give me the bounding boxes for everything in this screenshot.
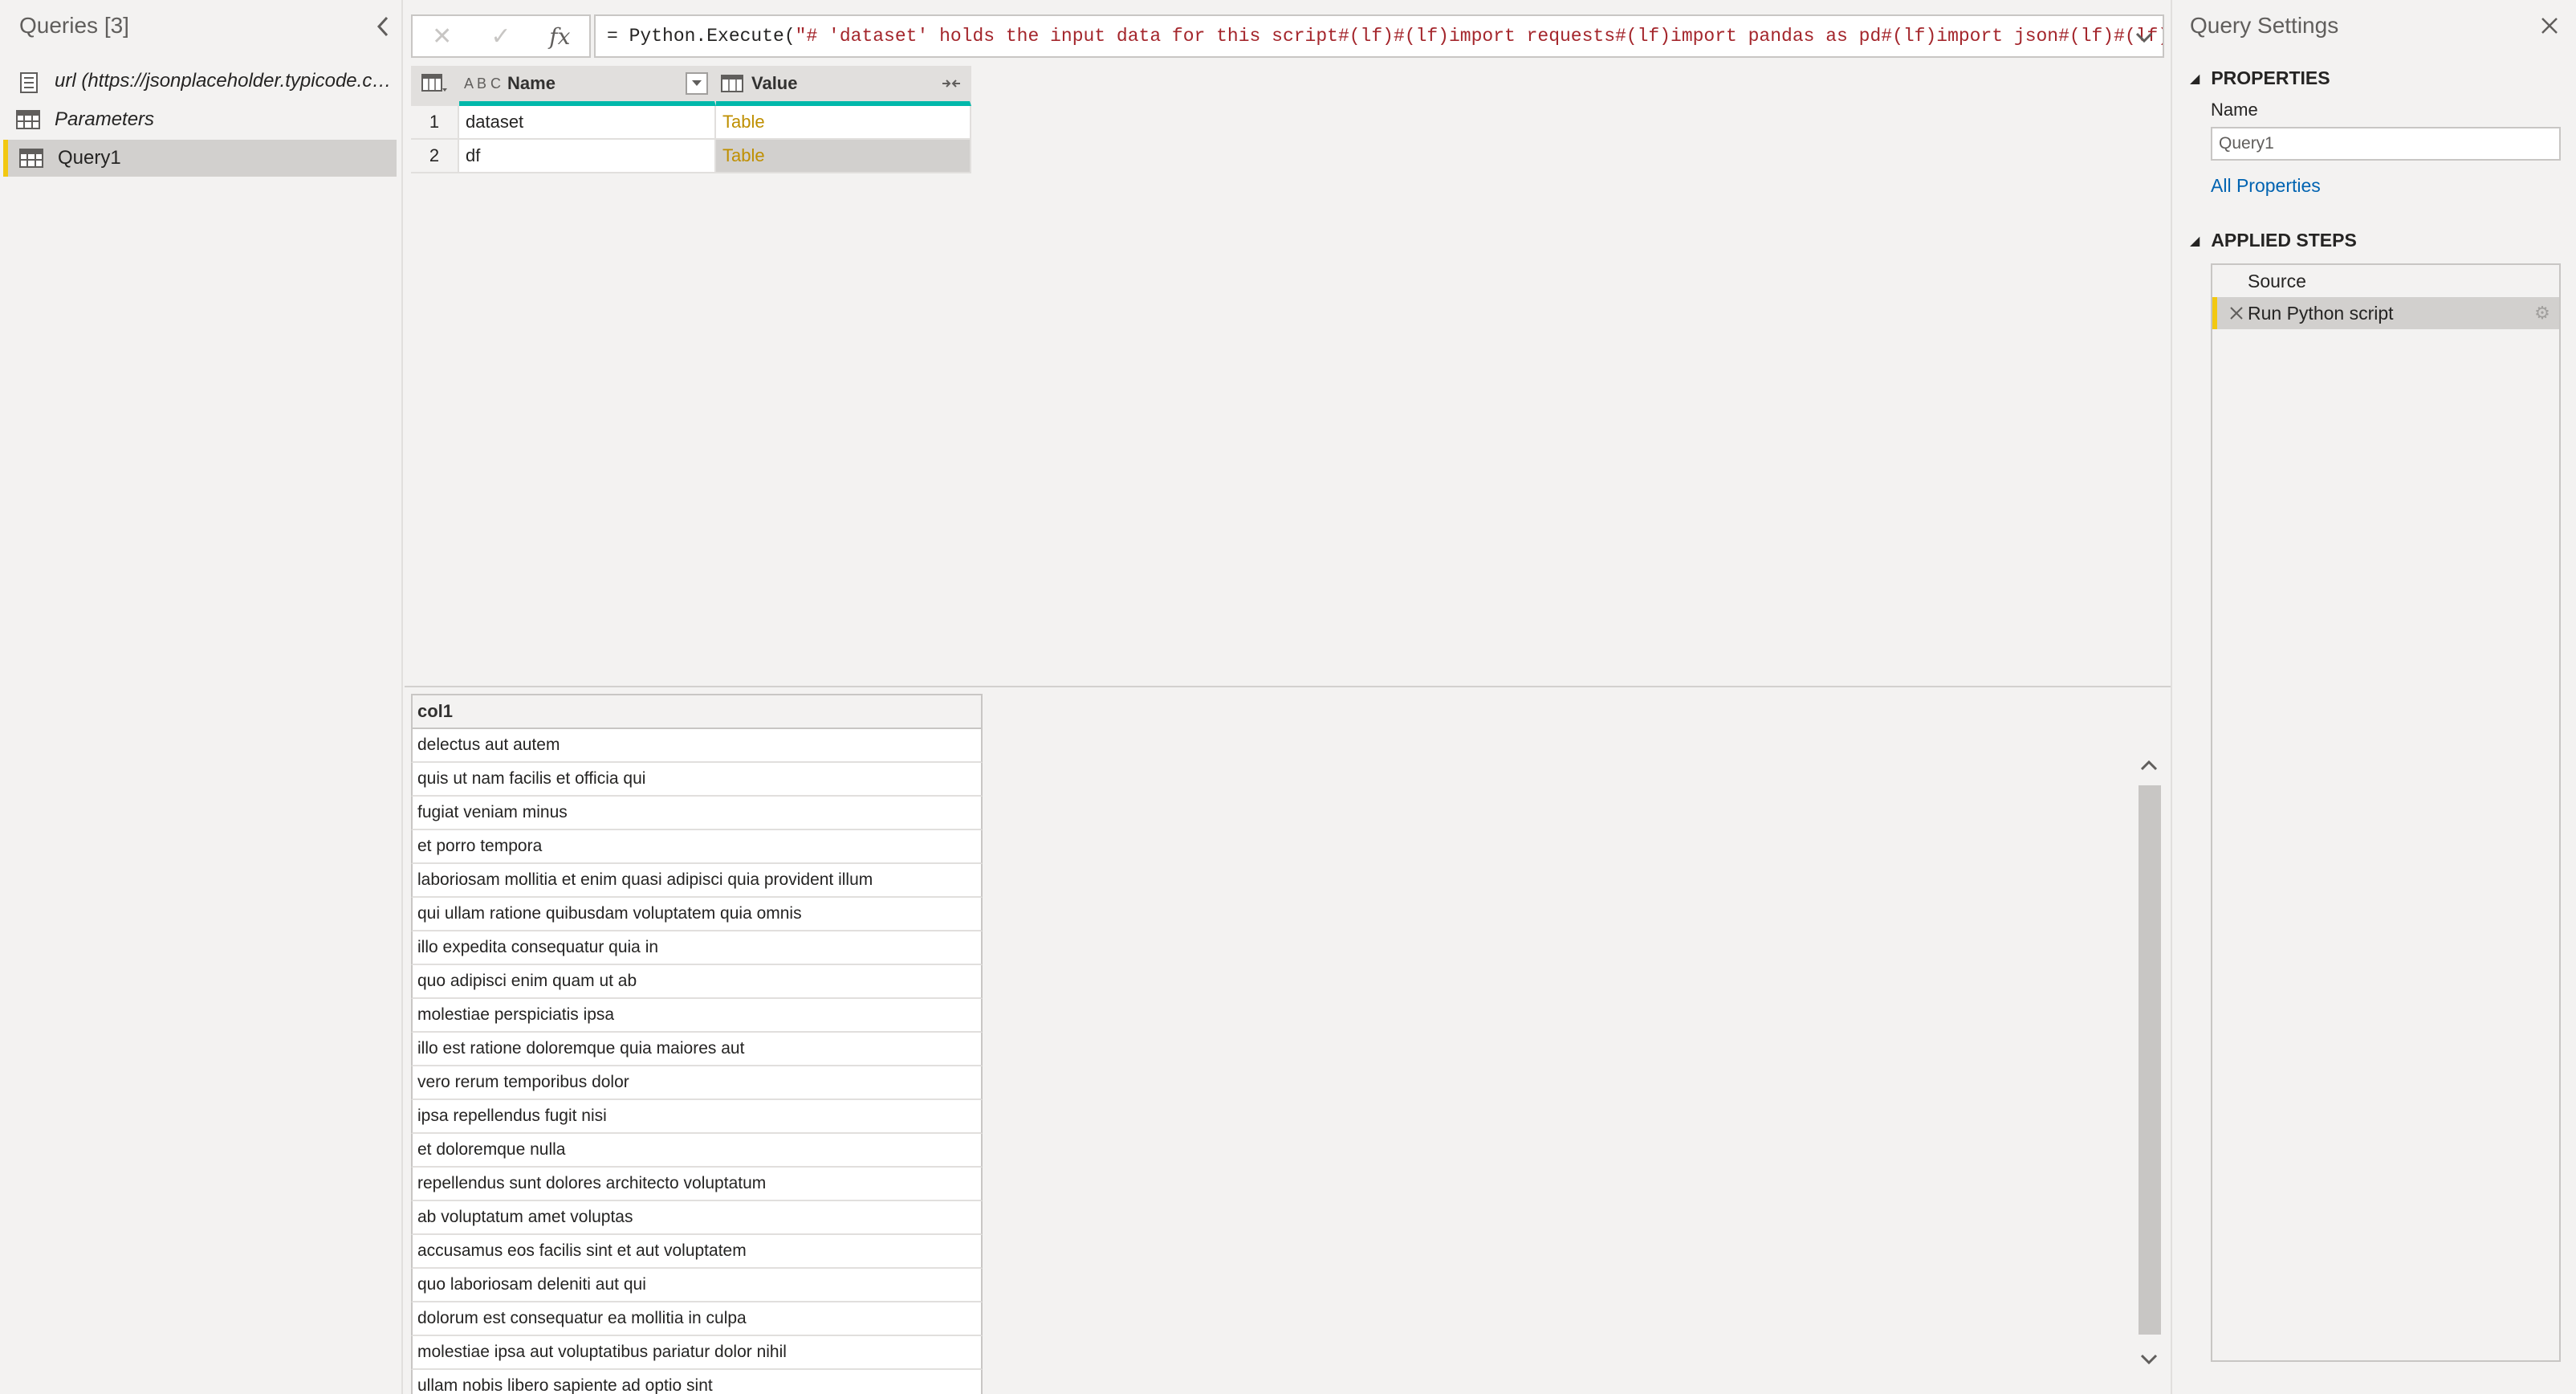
list-item: et porro tempora [411,830,983,864]
collapse-triangle-icon: ◢ [2190,71,2200,86]
formula-bar: ✕ ✓ fx = Python.Execute("# 'dataset' hol… [411,14,2164,58]
chevron-up-icon [2140,760,2158,771]
list-item: ipsa repellendus fugit nisi [411,1100,983,1134]
properties-heading: PROPERTIES [2211,67,2330,88]
cell-name[interactable]: dataset [459,106,716,140]
parameter-icon [16,71,40,93]
close-icon [2541,18,2558,34]
column-header-label: Value [751,73,798,93]
query-item-url[interactable]: url (https://jsonplaceholder.typicode.co… [5,63,398,100]
queries-pane: Queries [3] url (https://jsonplaceholder… [0,0,403,1394]
preview-scrollbar-thumb[interactable] [2139,785,2161,1335]
step-label: Source [2248,270,2306,291]
list-item: ullam nobis libero sapiente ad optio sin… [411,1370,983,1394]
list-item: repellendus sunt dolores architecto volu… [411,1168,983,1201]
formula-input[interactable]: = Python.Execute("# 'dataset' holds the … [594,14,2164,58]
check-icon: ✓ [490,22,511,50]
list-item: laboriosam mollitia et enim quasi adipis… [411,864,983,898]
query-item-label: Query1 [58,147,121,169]
query-item-label: url (https://jsonplaceholder.typicode.co… [55,70,398,92]
column-filter-button[interactable] [686,72,708,95]
preview-splitter[interactable] [405,686,2171,687]
list-item: vero rerum temporibus dolor [411,1066,983,1100]
table-icon [19,149,43,168]
table-type-icon[interactable] [721,75,743,92]
chevron-left-icon [376,16,389,37]
list-item: delectus aut autem [411,729,983,763]
step-label: Run Python script [2248,302,2394,324]
commit-formula-button[interactable]: ✓ [471,16,530,56]
fx-icon: fx [549,22,571,50]
text-type-icon[interactable]: A B C [464,75,501,92]
close-settings-button[interactable] [2535,11,2564,40]
list-item: qui ullam ratione quibusdam voluptatem q… [411,898,983,931]
row-number: 1 [411,106,459,140]
query-settings-title: Query Settings [2190,13,2339,38]
column-header-value[interactable]: Value [716,66,971,106]
cancel-formula-button[interactable]: ✕ [413,16,471,56]
table-icon [421,74,447,92]
list-item: et doloremque nulla [411,1134,983,1168]
cell-name[interactable]: df [459,140,716,173]
query-settings-pane: Query Settings ◢ PROPERTIES Name All Pro… [2171,0,2576,1394]
formula-text: "# 'dataset' holds the input data for th… [795,26,2164,47]
filter-dropdown-icon [692,80,702,86]
formula-prefix: = Python.Execute( [607,26,796,47]
scroll-down-button[interactable] [2135,1347,2163,1372]
list-item: quo laboriosam deleniti aut qui [411,1269,983,1302]
table-icon [16,110,40,129]
all-properties-link[interactable]: All Properties [2211,175,2321,197]
column-header-label: Name [507,73,555,93]
list-item: quis ut nam facilis et officia qui [411,763,983,797]
formula-bar-controls: ✕ ✓ fx [411,14,591,58]
preview-grid: col1 delectus aut autem quis ut nam faci… [411,694,983,1394]
delete-step-icon[interactable] [2227,304,2246,323]
query-item-query1[interactable]: Query1 [3,140,397,177]
chevron-down-icon [2135,32,2153,43]
scroll-up-button[interactable] [2135,753,2163,777]
name-label: Name [2211,100,2258,120]
applied-step-run-python-script[interactable]: Run Python script ⚙ [2212,297,2559,329]
applied-steps-list: Source Run Python script ⚙ [2211,263,2561,1362]
row-number: 2 [411,140,459,173]
list-item: ab voluptatum amet voluptas [411,1201,983,1235]
expand-column-button[interactable] [939,72,963,95]
list-item: fugiat veniam minus [411,797,983,830]
properties-section-toggle[interactable]: ◢ PROPERTIES [2190,67,2330,89]
query-item-label: Parameters [55,108,155,130]
list-item: molestiae perspiciatis ipsa [411,999,983,1033]
queries-pane-title: Queries [3] [19,13,129,38]
preview-rows: delectus aut autem quis ut nam facilis e… [411,729,983,1394]
cell-value-table-link[interactable]: Table [716,140,971,173]
cell-value-table-link[interactable]: Table [716,106,971,140]
applied-steps-heading: APPLIED STEPS [2211,230,2357,251]
expand-arrows-icon [942,79,960,88]
query-name-input[interactable] [2211,127,2561,161]
close-icon: ✕ [432,22,453,50]
list-item: quo adipisci enim quam ut ab [411,965,983,999]
list-item: dolorum est consequatur ea mollitia in c… [411,1302,983,1336]
collapse-triangle-icon: ◢ [2190,234,2200,248]
column-header-name[interactable]: A B C Name [459,66,716,106]
list-item: illo est ratione doloremque quia maiores… [411,1033,983,1066]
chevron-down-icon [2140,1354,2158,1365]
collapse-queries-pane-button[interactable] [371,13,395,40]
list-item: illo expedita consequatur quia in [411,931,983,965]
table-menu-button[interactable] [411,66,459,106]
list-item: accusamus eos facilis sint et aut volupt… [411,1235,983,1269]
insert-function-button[interactable]: fx [531,16,589,56]
grid-header-row: A B C Name Value [411,66,973,106]
expand-formula-button[interactable] [2130,24,2158,51]
preview-column-header: col1 [411,694,983,729]
applied-steps-section-toggle[interactable]: ◢ APPLIED STEPS [2190,230,2357,251]
applied-step-source[interactable]: Source [2212,265,2559,297]
table-row[interactable]: 2 df Table [411,140,973,173]
table-row[interactable]: 1 dataset Table [411,106,973,140]
list-item: molestiae ipsa aut voluptatibus pariatur… [411,1336,983,1370]
query-result-grid: A B C Name Value 1 dataset Table 2 df Ta… [411,66,973,173]
gear-icon[interactable]: ⚙ [2532,303,2553,324]
query-item-parameters[interactable]: Parameters [5,101,398,138]
